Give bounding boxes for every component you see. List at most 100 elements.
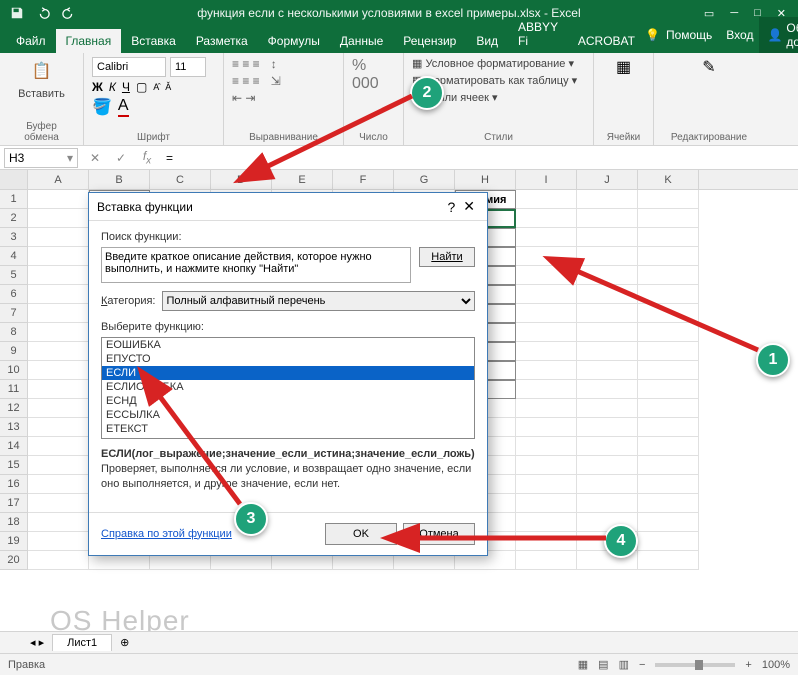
- col-header[interactable]: C: [150, 170, 211, 189]
- fill-color-button[interactable]: 🪣: [92, 97, 112, 117]
- col-header[interactable]: K: [638, 170, 699, 189]
- col-header[interactable]: F: [333, 170, 394, 189]
- cell[interactable]: [638, 551, 699, 570]
- cell[interactable]: [516, 418, 577, 437]
- row-header[interactable]: 16: [0, 475, 28, 494]
- zoom-level[interactable]: 100%: [762, 659, 790, 671]
- row-header[interactable]: 11: [0, 380, 28, 399]
- cell[interactable]: [577, 342, 638, 361]
- row-header[interactable]: 15: [0, 456, 28, 475]
- signin[interactable]: Вход: [726, 28, 753, 42]
- border-button[interactable]: ▢: [136, 80, 147, 94]
- cell[interactable]: [28, 304, 89, 323]
- cell[interactable]: [577, 456, 638, 475]
- cell[interactable]: [638, 304, 699, 323]
- function-item[interactable]: ЕТЕКСТ: [102, 422, 474, 436]
- cell[interactable]: [516, 266, 577, 285]
- tab-formulas[interactable]: Формулы: [258, 29, 330, 53]
- accept-formula-icon[interactable]: ✓: [108, 151, 134, 165]
- cancel-formula-icon[interactable]: ✕: [82, 151, 108, 165]
- row-header[interactable]: 17: [0, 494, 28, 513]
- paste-button[interactable]: Вставить: [18, 88, 65, 100]
- cell[interactable]: [28, 418, 89, 437]
- row-header[interactable]: 8: [0, 323, 28, 342]
- cell[interactable]: [638, 266, 699, 285]
- cell[interactable]: [638, 475, 699, 494]
- col-header[interactable]: B: [89, 170, 150, 189]
- category-select[interactable]: Полный алфавитный перечень: [162, 291, 476, 311]
- row-header[interactable]: 18: [0, 513, 28, 532]
- dialog-close-icon[interactable]: ✕: [459, 198, 479, 215]
- cell[interactable]: [577, 361, 638, 380]
- cell[interactable]: [28, 399, 89, 418]
- help-link[interactable]: Справка по этой функции: [101, 528, 232, 540]
- function-item[interactable]: ЕПУСТО: [102, 352, 474, 366]
- cell[interactable]: [28, 228, 89, 247]
- row-header[interactable]: 1: [0, 190, 28, 209]
- font-size[interactable]: 11: [170, 57, 206, 77]
- cell[interactable]: [638, 209, 699, 228]
- function-item[interactable]: ЕСНД: [102, 394, 474, 408]
- select-all-corner[interactable]: [0, 170, 28, 189]
- cell[interactable]: [516, 437, 577, 456]
- zoom-slider[interactable]: [655, 663, 735, 667]
- cell[interactable]: [638, 190, 699, 209]
- cell[interactable]: [28, 380, 89, 399]
- cell[interactable]: [577, 323, 638, 342]
- row-header[interactable]: 12: [0, 399, 28, 418]
- row-header[interactable]: 2: [0, 209, 28, 228]
- zoom-in-icon[interactable]: +: [745, 659, 751, 671]
- cell[interactable]: [638, 285, 699, 304]
- underline-button[interactable]: Ч: [122, 80, 130, 94]
- cell[interactable]: [516, 513, 577, 532]
- col-header[interactable]: E: [272, 170, 333, 189]
- dialog-help-icon[interactable]: ?: [443, 199, 459, 215]
- tab-abbyy[interactable]: ABBYY Fi: [508, 15, 568, 53]
- cell[interactable]: [516, 209, 577, 228]
- cell[interactable]: [577, 228, 638, 247]
- cell[interactable]: [516, 323, 577, 342]
- row-header[interactable]: 5: [0, 266, 28, 285]
- col-header[interactable]: G: [394, 170, 455, 189]
- view-layout-icon[interactable]: ▤: [598, 658, 608, 671]
- cell[interactable]: [516, 532, 577, 551]
- cell[interactable]: [28, 551, 89, 570]
- row-header[interactable]: 19: [0, 532, 28, 551]
- col-header[interactable]: D: [211, 170, 272, 189]
- cell[interactable]: [516, 551, 577, 570]
- help-icon[interactable]: 💡: [645, 28, 660, 42]
- cell[interactable]: [638, 399, 699, 418]
- cell[interactable]: [516, 285, 577, 304]
- cell[interactable]: [638, 532, 699, 551]
- cell[interactable]: [577, 418, 638, 437]
- row-header[interactable]: 4: [0, 247, 28, 266]
- tab-data[interactable]: Данные: [330, 29, 393, 53]
- cond-format-button[interactable]: ▦ Условное форматирование ▾: [412, 57, 585, 70]
- function-item[interactable]: ЕССЫЛКА: [102, 408, 474, 422]
- cell[interactable]: [28, 247, 89, 266]
- tab-insert[interactable]: Вставка: [121, 29, 186, 53]
- cancel-button[interactable]: Отмена: [403, 523, 475, 545]
- row-header[interactable]: 10: [0, 361, 28, 380]
- cell[interactable]: [638, 513, 699, 532]
- cell[interactable]: [516, 190, 577, 209]
- col-header[interactable]: A: [28, 170, 89, 189]
- cell[interactable]: [577, 475, 638, 494]
- ok-button[interactable]: OK: [325, 523, 397, 545]
- cell[interactable]: [516, 247, 577, 266]
- row-header[interactable]: 9: [0, 342, 28, 361]
- cell[interactable]: [516, 456, 577, 475]
- cell[interactable]: [577, 266, 638, 285]
- cell[interactable]: [577, 437, 638, 456]
- share-button[interactable]: 👤Общий доступ: [759, 17, 798, 53]
- function-list[interactable]: ЕОШИБКАЕПУСТОЕСЛИЕСЛИОШИБКАЕСНДЕССЫЛКАЕТ…: [101, 337, 475, 439]
- cell[interactable]: [28, 209, 89, 228]
- cell[interactable]: [516, 380, 577, 399]
- cell[interactable]: [577, 399, 638, 418]
- cell[interactable]: [516, 361, 577, 380]
- fx-icon[interactable]: fx: [134, 149, 160, 166]
- row-header[interactable]: 3: [0, 228, 28, 247]
- cell[interactable]: [577, 304, 638, 323]
- cell[interactable]: [516, 494, 577, 513]
- cell[interactable]: [28, 342, 89, 361]
